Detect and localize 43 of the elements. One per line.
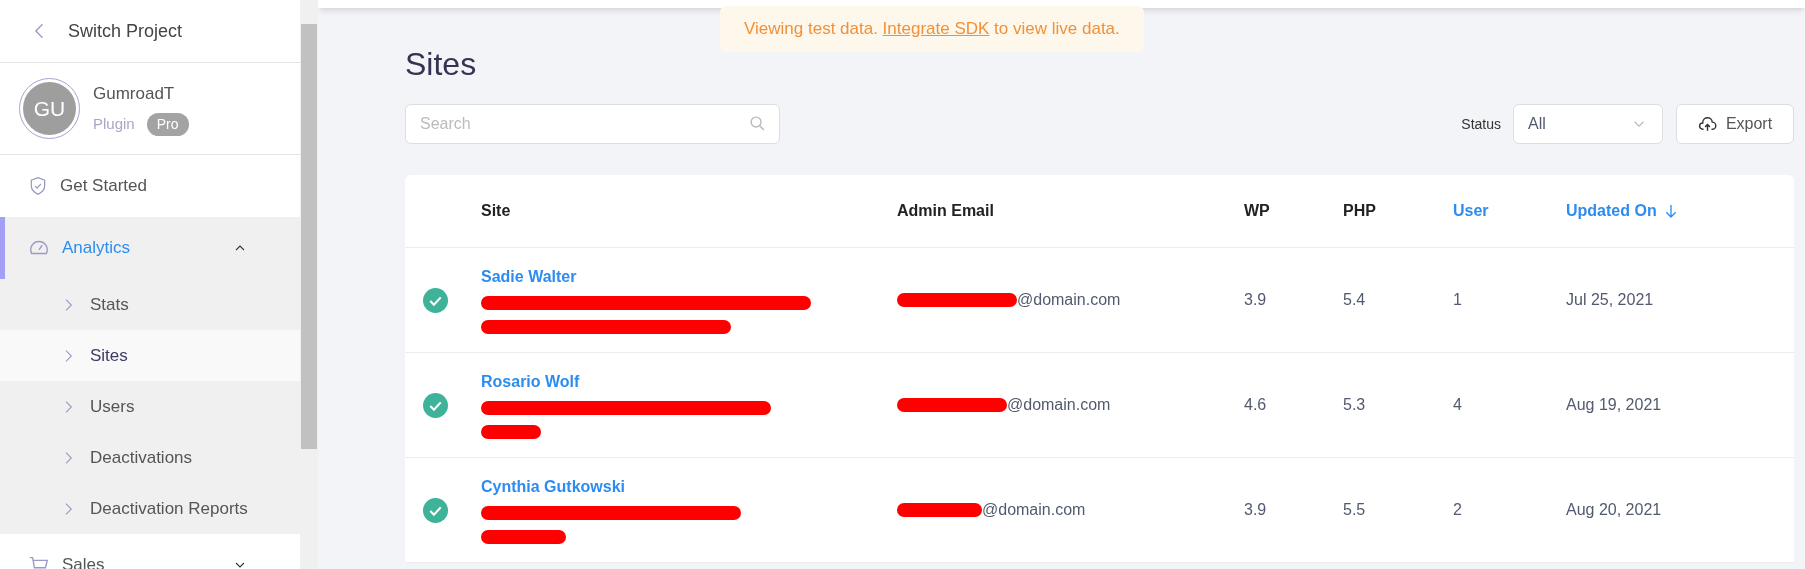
search-icon <box>749 115 766 132</box>
notice-banner: Viewing test data. Integrate SDK to view live data. <box>720 6 1144 52</box>
table-cell: 3.9 <box>1244 501 1267 518</box>
column-header[interactable]: User <box>1453 199 1566 223</box>
table-cell-text: @domain.com <box>1007 395 1111 415</box>
search-field[interactable]: Search <box>405 104 780 144</box>
table-cell: 5.3 <box>1343 396 1366 413</box>
column-header: PHP <box>1343 201 1377 221</box>
page-title: Sites <box>405 45 478 84</box>
table-cell: 2 <box>1453 501 1462 518</box>
plan-badge: Pro <box>146 112 189 136</box>
cloud-upload-icon <box>1697 114 1717 134</box>
table-cell-text: @domain.com <box>1017 290 1121 310</box>
scrollbar[interactable] <box>300 0 318 569</box>
column-header[interactable]: Updated On <box>1566 199 1794 223</box>
project-type: Plugin <box>93 114 135 134</box>
table-cell: Aug 19, 2021 <box>1566 396 1662 413</box>
column-header: WP <box>1244 201 1271 221</box>
site-name-link[interactable]: Cynthia Gutkowski <box>481 475 897 499</box>
export-button[interactable]: Export <box>1676 104 1794 144</box>
table-cell: 3.9 <box>1244 291 1267 308</box>
redaction-mark <box>481 424 541 440</box>
shield-check-icon <box>28 176 48 196</box>
nav-subitem[interactable]: Deactivations <box>0 432 300 483</box>
nav-subitem[interactable]: Deactivation Reports <box>0 483 300 534</box>
table-cell: 5.5 <box>1343 501 1366 518</box>
table-cell-text: @domain.com <box>982 500 1086 520</box>
column-header: Site <box>481 201 512 221</box>
table-cell: 5.4 <box>1343 291 1366 308</box>
site-name-link[interactable]: Sadie Walter <box>481 265 897 289</box>
status-label: Status <box>1461 114 1501 134</box>
table-cell: 4 <box>1453 396 1462 413</box>
nav-subitem[interactable]: Users <box>0 381 300 432</box>
status-dropdown[interactable]: All <box>1513 104 1663 144</box>
table-cell: 4.6 <box>1244 396 1267 413</box>
column-header: Admin Email <box>897 201 995 221</box>
nav-subitem[interactable]: Sites <box>0 330 300 381</box>
table-cell: 1 <box>1453 291 1462 308</box>
table-cell: Aug 20, 2021 <box>1566 501 1662 518</box>
table-cell: Jul 25, 2021 <box>1566 291 1654 308</box>
nav-subitem[interactable]: Stats <box>0 279 300 330</box>
project-name: GumroadT <box>93 83 176 106</box>
site-name-link[interactable]: Rosario Wolf <box>481 370 897 394</box>
